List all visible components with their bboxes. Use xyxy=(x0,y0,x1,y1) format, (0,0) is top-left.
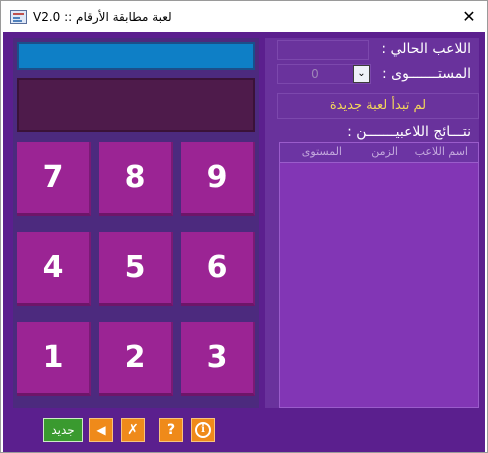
back-button[interactable]: ◀ xyxy=(89,418,113,442)
chevron-down-icon[interactable]: ⌄ xyxy=(353,65,370,83)
level-select[interactable]: 0 ⌄ xyxy=(277,64,371,84)
cancel-icon: ✗ xyxy=(127,422,139,438)
help-button[interactable]: ? xyxy=(159,418,183,442)
game-status: لم تبدأ لعبة جديدة xyxy=(277,93,479,119)
question-mark-icon: ? xyxy=(166,422,176,438)
info-icon: i xyxy=(195,422,211,438)
cancel-button[interactable]: ✗ xyxy=(121,418,145,442)
current-player-field xyxy=(277,40,369,60)
key-7[interactable]: 7 xyxy=(17,142,91,216)
keypad-panel: 7 8 9 4 5 6 1 2 3 xyxy=(13,38,259,408)
key-6[interactable]: 6 xyxy=(181,232,255,306)
key-2[interactable]: 2 xyxy=(99,322,173,396)
number-display xyxy=(17,42,255,70)
target-display xyxy=(17,78,255,132)
key-5[interactable]: 5 xyxy=(99,232,173,306)
results-label: نتـــائج اللاعبيـــــــن : xyxy=(347,124,471,140)
app-window: V2.0 :: لعبة مطابقة الأرقام ✕ 7 8 9 4 5 … xyxy=(0,0,488,453)
window-title: V2.0 :: لعبة مطابقة الأرقام xyxy=(33,10,172,24)
level-value: 0 xyxy=(311,67,319,81)
game-area: 7 8 9 4 5 6 1 2 3 اللاعب الحالي : 0 ⌄ ال… xyxy=(3,32,485,452)
results-header: اسم اللاعب الزمن المستوى xyxy=(280,143,478,163)
key-9[interactable]: 9 xyxy=(181,142,255,216)
bottom-toolbar: جديد ◀ ✗ ? i xyxy=(3,414,485,452)
column-time: الزمن xyxy=(371,145,398,158)
results-table: اسم اللاعب الزمن المستوى xyxy=(279,142,479,408)
current-player-label: اللاعب الحالي : xyxy=(381,41,471,57)
level-label: المستـــــــوى : xyxy=(381,66,471,82)
about-button[interactable]: i xyxy=(191,418,215,442)
form-icon xyxy=(10,10,27,24)
new-game-button[interactable]: جديد xyxy=(43,418,83,442)
key-4[interactable]: 4 xyxy=(17,232,91,306)
key-3[interactable]: 3 xyxy=(181,322,255,396)
column-player-name: اسم اللاعب xyxy=(414,145,468,158)
close-button[interactable]: ✕ xyxy=(457,5,481,29)
column-level: المستوى xyxy=(301,145,342,158)
info-panel: اللاعب الحالي : 0 ⌄ المستـــــــوى : لم … xyxy=(265,38,479,408)
key-1[interactable]: 1 xyxy=(17,322,91,396)
back-arrow-icon: ◀ xyxy=(96,423,106,437)
key-8[interactable]: 8 xyxy=(99,142,173,216)
title-bar: V2.0 :: لعبة مطابقة الأرقام ✕ xyxy=(1,1,487,32)
